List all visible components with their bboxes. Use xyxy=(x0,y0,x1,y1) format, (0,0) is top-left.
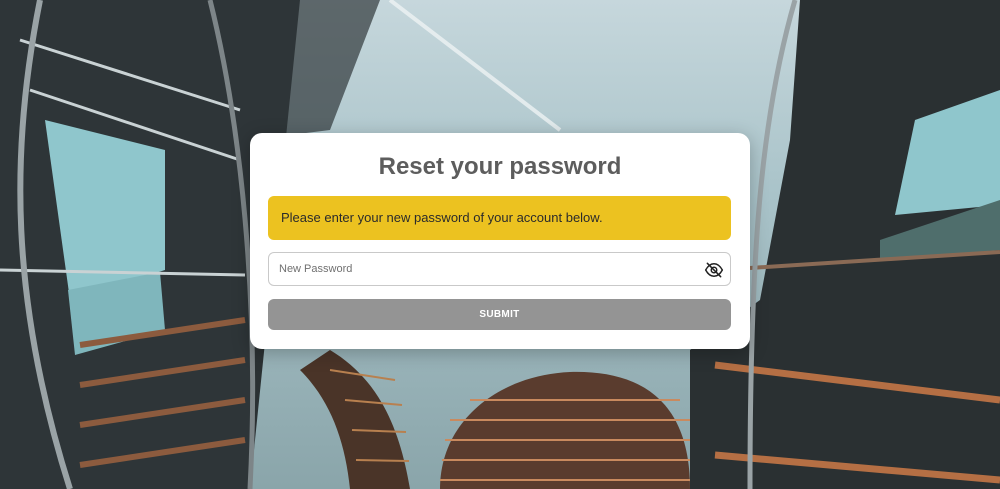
new-password-input[interactable] xyxy=(269,253,699,285)
page-title: Reset your password xyxy=(378,153,622,180)
submit-button[interactable]: SUBMIT xyxy=(268,299,731,330)
new-password-field xyxy=(268,252,731,286)
info-message: Please enter your new password of your a… xyxy=(268,196,731,240)
info-message-text: Please enter your new password of your a… xyxy=(281,210,603,225)
eye-off-icon[interactable] xyxy=(704,260,724,280)
reset-password-card: Reset your password Please enter your ne… xyxy=(250,133,750,349)
